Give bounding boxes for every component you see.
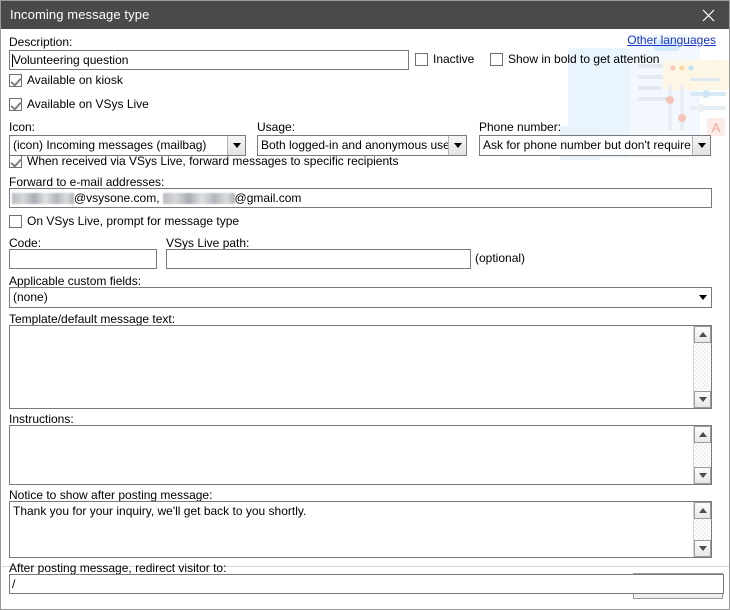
usage-label: Usage:	[257, 120, 296, 134]
phone-number-label: Phone number:	[479, 120, 562, 134]
available-on-vsys-live-checkbox[interactable]: Available on VSys Live	[9, 98, 149, 111]
scroll-up-icon[interactable]	[694, 326, 711, 343]
prompt-message-type-label: On VSys Live, prompt for message type	[27, 214, 240, 228]
template-message-textarea[interactable]	[9, 325, 712, 409]
title-bar: Incoming message type	[1, 1, 729, 29]
chevron-down-icon[interactable]	[692, 136, 710, 155]
optional-note: (optional)	[475, 251, 526, 265]
show-in-bold-checkbox[interactable]: Show in bold to get attention	[490, 53, 659, 66]
notice-scrollbar[interactable]	[693, 502, 711, 557]
close-icon[interactable]	[685, 1, 729, 29]
forward-emails-label: Forward to e-mail addresses:	[9, 175, 165, 189]
vsys-live-path-input[interactable]	[166, 249, 471, 269]
icon-label: Icon:	[9, 120, 36, 134]
chevron-down-icon[interactable]	[448, 136, 466, 155]
prompt-message-type-checkbox-box	[9, 215, 22, 228]
chevron-down-icon[interactable]	[694, 288, 711, 307]
prompt-message-type-checkbox[interactable]: On VSys Live, prompt for message type	[9, 215, 239, 228]
dialog-window: Incoming message type A Other languages …	[0, 0, 730, 610]
forward-messages-label: When received via VSys Live, forward mes…	[27, 154, 399, 168]
icon-select[interactable]: (icon) Incoming messages (mailbag)	[9, 135, 246, 156]
custom-fields-select[interactable]: (none)	[9, 287, 712, 308]
instructions-value	[10, 426, 693, 484]
custom-fields-label: Applicable custom fields:	[9, 274, 142, 288]
show-in-bold-checkbox-box	[490, 53, 503, 66]
forward-emails-domain-2: @gmail.com	[234, 191, 302, 205]
icon-select-value: (icon) Incoming messages (mailbag)	[13, 138, 207, 152]
scroll-down-icon[interactable]	[694, 467, 711, 484]
available-on-vsys-live-label: Available on VSys Live	[27, 97, 149, 111]
instructions-scrollbar[interactable]	[693, 426, 711, 484]
custom-fields-select-value: (none)	[13, 290, 48, 304]
available-on-kiosk-checkbox-box	[9, 74, 22, 87]
instructions-textarea[interactable]	[9, 425, 712, 485]
description-input-value: Volunteering question	[13, 53, 129, 67]
available-on-kiosk-checkbox[interactable]: Available on kiosk	[9, 74, 123, 87]
redirect-input[interactable]: /	[9, 574, 724, 594]
code-label: Code:	[9, 236, 42, 250]
notice-label: Notice to show after posting message:	[9, 488, 213, 502]
redirect-label: After posting message, redirect visitor …	[9, 561, 227, 575]
template-message-value	[10, 326, 693, 408]
chevron-down-icon[interactable]	[227, 136, 245, 155]
redirect-input-value: /	[12, 577, 16, 591]
forward-messages-checkbox-box	[9, 155, 22, 168]
usage-select[interactable]: Both logged-in and anonymous users	[257, 135, 467, 156]
forward-messages-checkbox[interactable]: When received via VSys Live, forward mes…	[9, 155, 399, 168]
vsys-live-path-label: VSys Live path:	[166, 236, 250, 250]
redacted-email-user-2	[162, 193, 235, 204]
available-on-kiosk-label: Available on kiosk	[27, 73, 123, 87]
forward-emails-input[interactable]: @vsysone.com, @gmail.com	[9, 188, 712, 208]
inactive-checkbox[interactable]: Inactive	[415, 53, 474, 66]
phone-number-select[interactable]: Ask for phone number but don't require i…	[479, 135, 711, 156]
template-message-scrollbar[interactable]	[693, 326, 711, 408]
description-label: Description:	[9, 35, 73, 49]
notice-value: Thank you for your inquiry, we'll get ba…	[13, 504, 307, 518]
description-input[interactable]: Volunteering question	[9, 50, 409, 70]
show-in-bold-checkbox-label: Show in bold to get attention	[508, 52, 660, 66]
scroll-up-icon[interactable]	[694, 502, 711, 519]
notice-textarea[interactable]: Thank you for your inquiry, we'll get ba…	[9, 501, 712, 558]
forward-emails-domain-1: @vsysone.com,	[74, 191, 160, 205]
inactive-checkbox-box	[415, 53, 428, 66]
scroll-up-icon[interactable]	[694, 426, 711, 443]
redacted-email-user-1	[12, 193, 74, 204]
instructions-label: Instructions:	[9, 412, 74, 426]
inactive-checkbox-label: Inactive	[433, 52, 475, 66]
available-on-vsys-live-checkbox-box	[9, 98, 22, 111]
template-message-label: Template/default message text:	[9, 312, 176, 326]
code-input[interactable]	[9, 249, 157, 269]
window-title: Incoming message type	[10, 7, 150, 22]
scroll-down-icon[interactable]	[694, 540, 711, 557]
dialog-body: Other languages Description: Volunteerin…	[1, 29, 729, 609]
usage-select-value: Both logged-in and anonymous users	[261, 138, 448, 152]
other-languages-link[interactable]: Other languages	[627, 33, 716, 47]
scroll-down-icon[interactable]	[694, 391, 711, 408]
phone-number-select-value: Ask for phone number but don't require i…	[483, 138, 692, 152]
